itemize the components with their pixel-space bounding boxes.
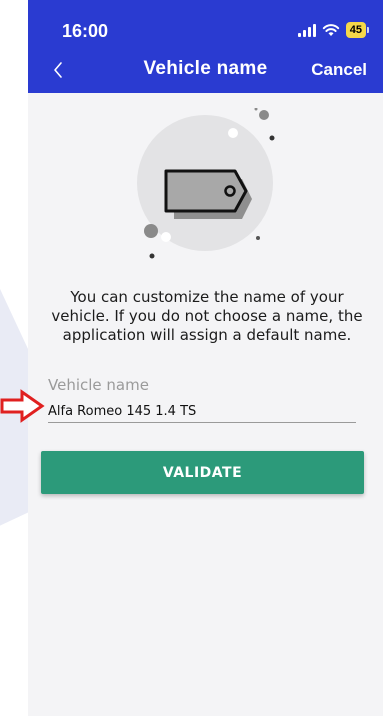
vehicle-name-label: Vehicle name [48, 376, 149, 394]
battery-icon: 45 [345, 22, 369, 38]
description-text: You can customize the name of your vehic… [51, 288, 363, 344]
cancel-button[interactable]: Cancel [311, 60, 367, 80]
validate-button[interactable]: VALIDATE [41, 451, 364, 494]
tag-illustration [137, 108, 275, 259]
wifi-icon [322, 24, 339, 36]
top-bar: 16:00 45 Vehicle name Cancel [28, 0, 383, 93]
battery-level: 45 [345, 22, 366, 38]
vehicle-name-input[interactable] [48, 400, 356, 423]
status-time: 16:00 [62, 21, 109, 41]
app-screen: 16:00 45 Vehicle name Cancel You can cus… [28, 0, 383, 716]
arrow-right-icon [0, 389, 45, 423]
status-icons: 45 [297, 22, 369, 38]
signal-icon [297, 23, 316, 37]
